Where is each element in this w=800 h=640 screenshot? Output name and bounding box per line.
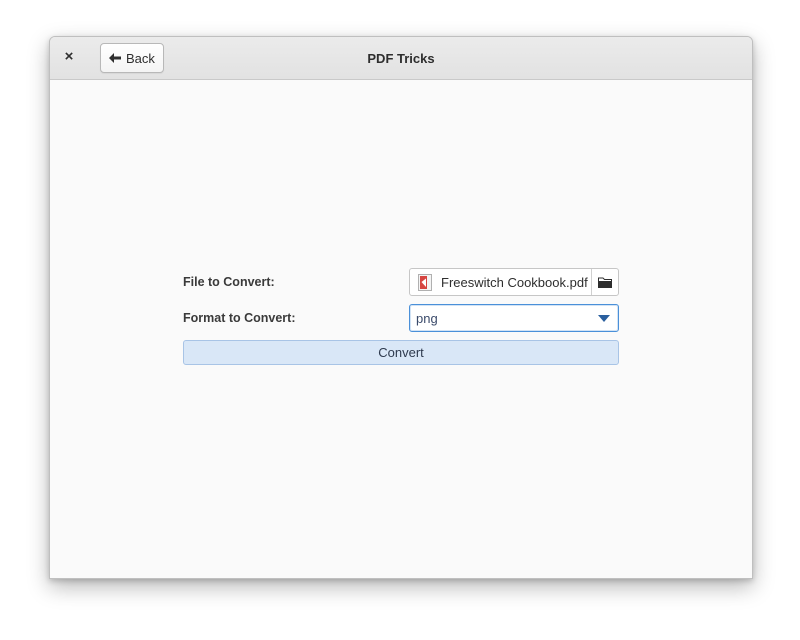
file-chooser-button[interactable]: Freeswitch Cookbook.pdf (409, 268, 619, 296)
folder-icon (598, 277, 612, 288)
chevron-down-icon (598, 314, 610, 322)
back-button-label: Back (126, 50, 155, 66)
convert-form: File to Convert: Freeswitch Cookbook.pdf (183, 268, 619, 340)
close-icon: × (64, 47, 74, 65)
format-value: png (416, 310, 438, 326)
left-arrow-icon (109, 53, 121, 63)
file-row: File to Convert: Freeswitch Cookbook.pdf (183, 268, 619, 296)
format-combobox[interactable]: png (409, 304, 619, 332)
header-bar: × Back PDF Tricks (50, 37, 752, 80)
format-row: Format to Convert: png (183, 304, 619, 332)
pdf-file-icon (418, 273, 432, 291)
convert-button[interactable]: Convert (183, 340, 619, 365)
back-button[interactable]: Back (100, 43, 164, 73)
file-name: Freeswitch Cookbook.pdf (441, 274, 588, 290)
file-label: File to Convert: (183, 275, 275, 289)
folder-open-button[interactable] (592, 269, 618, 295)
format-label: Format to Convert: (183, 311, 296, 325)
close-button[interactable]: × (58, 45, 80, 67)
app-window: × Back PDF Tricks File to Convert: Frees… (49, 36, 753, 579)
